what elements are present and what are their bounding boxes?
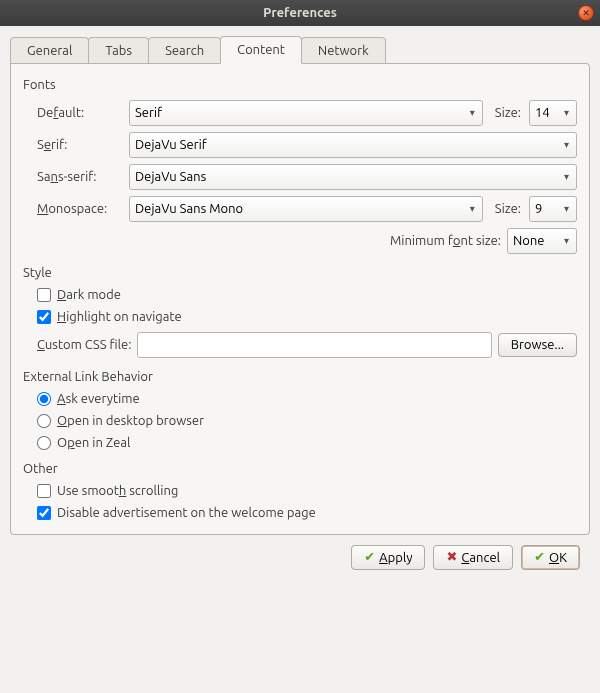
serif-font-select[interactable]: DejaVu Serif [129, 132, 577, 158]
browse-button[interactable]: Browse... [498, 333, 577, 357]
dark-mode-checkbox[interactable] [37, 288, 51, 302]
ask-everytime-label: Ask everytime [57, 392, 140, 406]
section-fonts-label: Fonts [23, 78, 577, 92]
disable-ad-checkbox[interactable] [37, 506, 51, 520]
tab-panel-content: Fonts Default: Serif Size: 14 Serif: [10, 63, 590, 535]
default-size-select[interactable]: 14 [529, 100, 577, 126]
mono-font-select[interactable]: DejaVu Sans Mono [129, 196, 483, 222]
tab-search[interactable]: Search [148, 37, 221, 64]
apply-button[interactable]: ✔ Apply [351, 545, 425, 570]
window-title: Preferences [263, 6, 337, 20]
tab-general[interactable]: General [10, 37, 89, 64]
min-font-size-select[interactable]: None [507, 228, 577, 254]
cancel-button[interactable]: ✖ Cancel [433, 545, 513, 570]
custom-css-input[interactable] [137, 332, 491, 358]
section-other-label: Other [23, 462, 577, 476]
min-font-size-label: Minimum font size: [390, 234, 501, 248]
highlight-label: Highlight on navigate [57, 310, 182, 324]
check-icon: ✔ [364, 550, 375, 565]
tab-content[interactable]: Content [220, 36, 302, 64]
highlight-checkbox[interactable] [37, 310, 51, 324]
smooth-scroll-label: Use smooth scrolling [57, 484, 178, 498]
open-zeal-label: Open in Zeal [57, 436, 130, 450]
check-icon: ✔ [534, 550, 545, 565]
cancel-icon: ✖ [446, 550, 457, 565]
mono-font-label: Monospace: [37, 202, 123, 216]
section-style-label: Style [23, 266, 577, 280]
mono-size-select[interactable]: 9 [529, 196, 577, 222]
ok-button[interactable]: ✔ OK [521, 545, 580, 570]
smooth-scroll-checkbox[interactable] [37, 484, 51, 498]
close-icon[interactable]: ✕ [578, 5, 594, 21]
tab-network[interactable]: Network [301, 37, 386, 64]
default-font-label: Default: [37, 106, 123, 120]
default-font-select[interactable]: Serif [129, 100, 483, 126]
open-zeal-radio[interactable] [37, 436, 51, 450]
dark-mode-label: Dark mode [57, 288, 121, 302]
ask-everytime-radio[interactable] [37, 392, 51, 406]
tab-tabs[interactable]: Tabs [88, 37, 149, 64]
disable-ad-label: Disable advertisement on the welcome pag… [57, 506, 316, 520]
mono-size-label: Size: [495, 202, 521, 216]
default-size-label: Size: [495, 106, 521, 120]
section-external-label: External Link Behavior [23, 370, 577, 384]
sans-font-label: Sans-serif: [37, 170, 123, 184]
open-desktop-label: Open in desktop browser [57, 414, 204, 428]
dialog-button-bar: ✔ Apply ✖ Cancel ✔ OK [10, 535, 590, 570]
custom-css-label: Custom CSS file: [37, 338, 131, 352]
titlebar: Preferences ✕ [0, 0, 600, 26]
serif-font-label: Serif: [37, 138, 123, 152]
tab-strip: General Tabs Search Content Network [10, 36, 590, 64]
sans-font-select[interactable]: DejaVu Sans [129, 164, 577, 190]
open-desktop-radio[interactable] [37, 414, 51, 428]
